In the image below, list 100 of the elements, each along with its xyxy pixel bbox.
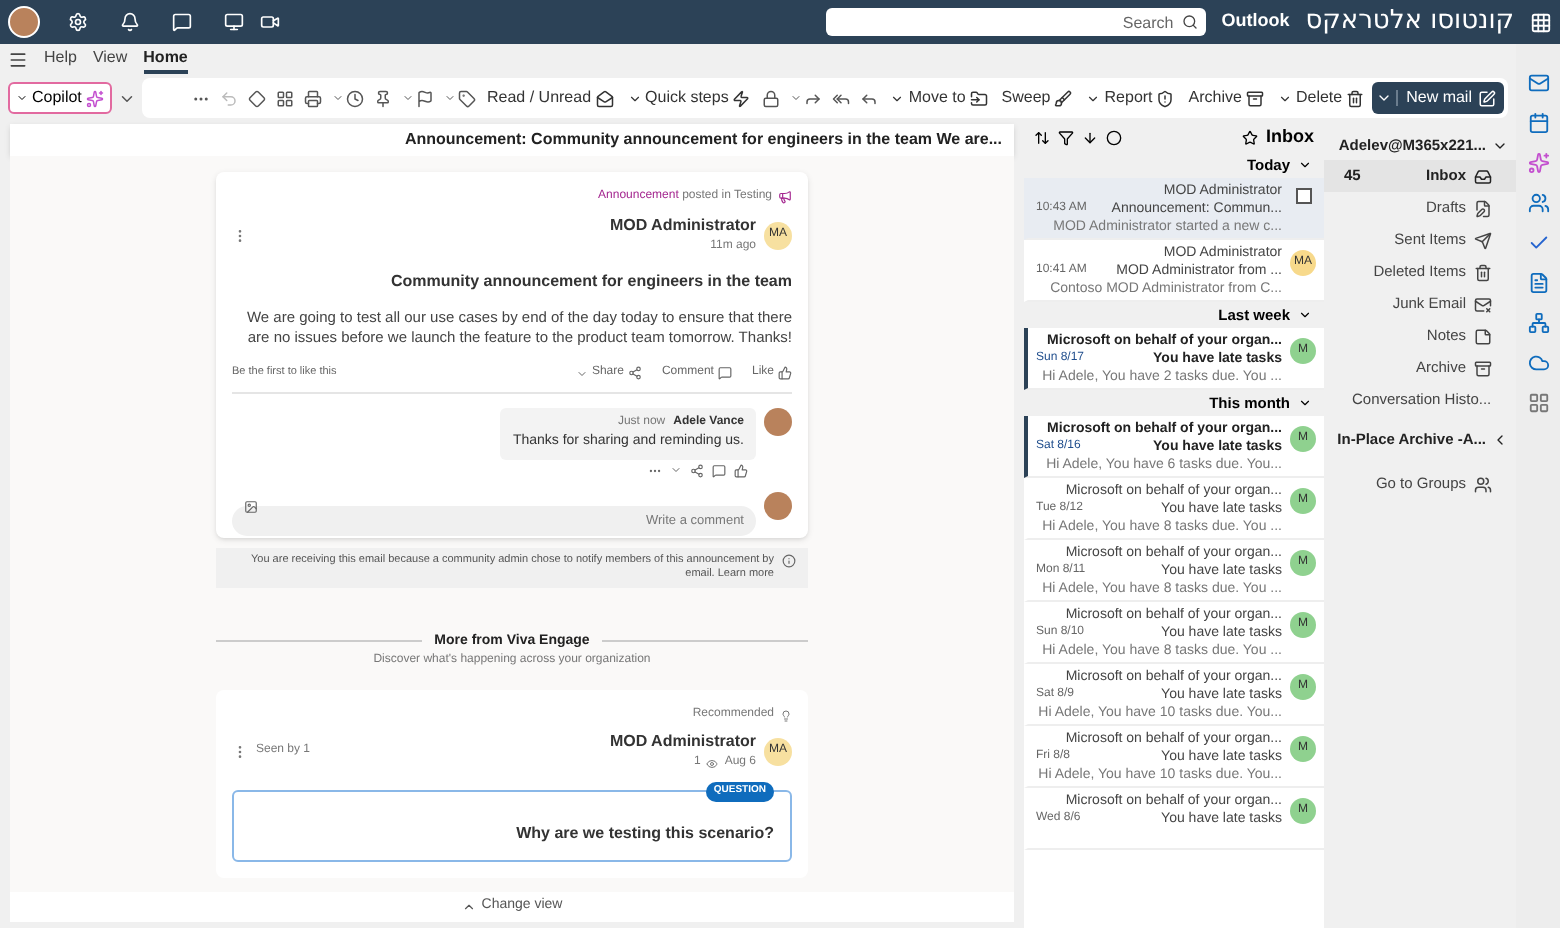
pin-icon <box>373 89 391 107</box>
share-icon[interactable] <box>690 463 704 477</box>
ribbon-tab[interactable]: View <box>92 46 128 74</box>
megaphone-icon <box>778 190 792 204</box>
author-name: MOD Administrator <box>609 730 756 754</box>
chevron-down-icon <box>1298 396 1312 410</box>
sparkle-icon[interactable] <box>1527 152 1549 174</box>
image-icon[interactable] <box>244 499 258 513</box>
undo-icon <box>219 89 237 107</box>
pencil-file-icon <box>1474 199 1492 217</box>
app-title: קונטוסו אלטראקס <box>1305 4 1514 41</box>
product-name: Outlook <box>1221 8 1290 35</box>
like-icon[interactable] <box>734 463 748 477</box>
people-icon[interactable] <box>1527 192 1549 214</box>
document-icon[interactable] <box>1527 272 1549 294</box>
calendar-icon[interactable] <box>1527 112 1549 134</box>
sweep-button[interactable]: Sweep <box>995 82 1079 114</box>
shield-icon <box>1156 89 1175 107</box>
envelope-icon <box>595 89 614 107</box>
chevron-down-icon <box>1298 158 1312 172</box>
chevron-down-icon <box>1298 308 1312 322</box>
question-text: Why are we testing this scenario? <box>516 824 774 842</box>
reply-icon <box>860 89 879 107</box>
network-icon[interactable] <box>1527 312 1549 334</box>
read-unread-button[interactable]: Read / Unread <box>481 82 620 114</box>
compose-icon <box>1478 89 1496 107</box>
monitor-icon[interactable] <box>224 12 244 32</box>
caret-icon <box>1086 91 1101 105</box>
video-icon[interactable] <box>260 12 280 32</box>
trash-icon <box>1346 89 1365 107</box>
trash-icon <box>1474 263 1492 281</box>
menu-icon[interactable] <box>8 50 28 70</box>
reply-all-icon <box>832 89 851 107</box>
caret-icon <box>443 92 455 104</box>
apps-icon[interactable] <box>1527 392 1549 414</box>
info-icon <box>782 553 796 567</box>
lightbulb-icon <box>780 709 792 721</box>
chat-icon[interactable] <box>172 12 192 32</box>
select-icon[interactable] <box>1106 130 1122 146</box>
sort-direction-icon[interactable] <box>1082 130 1098 146</box>
user-avatar[interactable] <box>8 6 40 38</box>
search-field[interactable]: Search <box>825 8 1206 36</box>
printer-icon <box>303 89 321 107</box>
report-button[interactable]: Report <box>1080 82 1181 114</box>
app-launcher-icon[interactable] <box>1530 11 1552 33</box>
ribbon-tab[interactable]: Help <box>44 46 77 74</box>
commenter-avatar <box>764 408 792 436</box>
like-icon <box>778 366 792 380</box>
sort-icon[interactable] <box>1034 130 1050 146</box>
eye-icon <box>706 757 719 769</box>
archive-icon <box>1474 359 1492 377</box>
send-icon <box>1474 231 1492 249</box>
bell-icon[interactable] <box>120 12 140 32</box>
mail-icon[interactable] <box>1527 72 1549 94</box>
post-title: Community announcement for engineers in the team <box>389 270 792 294</box>
folder-icon <box>969 89 988 107</box>
commenter-avatar <box>764 492 792 520</box>
caret-icon <box>575 367 588 379</box>
caret-icon <box>401 92 413 104</box>
caret-icon <box>890 91 905 105</box>
delete-button[interactable]: Delete <box>1271 82 1371 114</box>
checkbox[interactable] <box>1295 188 1311 204</box>
inbox-icon <box>1474 167 1492 185</box>
caret-icon <box>790 92 803 104</box>
check-icon[interactable] <box>1527 232 1549 254</box>
sparkle-icon <box>85 89 104 107</box>
caret-icon <box>331 92 343 104</box>
move-to-button[interactable]: Move to <box>884 82 994 114</box>
junk-mail-icon <box>1474 295 1492 313</box>
email-subject: Announcement: Community announcement for engineers in the team We are... <box>404 128 1002 152</box>
caret-icon <box>16 92 28 104</box>
tag-icon <box>457 89 475 107</box>
brush-icon <box>1054 89 1073 107</box>
cloud-icon[interactable] <box>1527 352 1549 374</box>
comment-icon[interactable] <box>712 463 726 477</box>
people-icon <box>1474 475 1492 493</box>
copilot-button[interactable]: Copilot <box>8 82 112 114</box>
caret-icon <box>1376 90 1393 106</box>
settings-icon[interactable] <box>68 12 88 32</box>
grid-icon <box>275 89 293 107</box>
chevron-icon <box>1492 432 1508 448</box>
search-icon <box>1181 14 1198 30</box>
star-icon[interactable] <box>1242 130 1258 146</box>
comment-icon <box>717 366 732 380</box>
filter-icon[interactable] <box>1058 130 1074 146</box>
ribbon-tab[interactable]: Home <box>143 46 188 74</box>
diamond-icon <box>247 89 265 107</box>
quick-steps-button[interactable]: Quick steps <box>621 82 757 114</box>
caret-icon <box>1277 91 1292 105</box>
clock-icon <box>345 89 363 107</box>
archive-button[interactable]: Archive <box>1182 82 1270 114</box>
chevron-up-icon <box>461 900 476 914</box>
list-title: Inbox <box>1266 124 1314 151</box>
share-icon <box>627 366 642 380</box>
caret-icon <box>627 91 642 105</box>
archive-icon <box>1245 89 1264 107</box>
lock-icon <box>762 89 781 107</box>
lightning-icon <box>732 89 751 107</box>
forward-icon <box>804 89 823 107</box>
flag-icon <box>415 89 433 107</box>
